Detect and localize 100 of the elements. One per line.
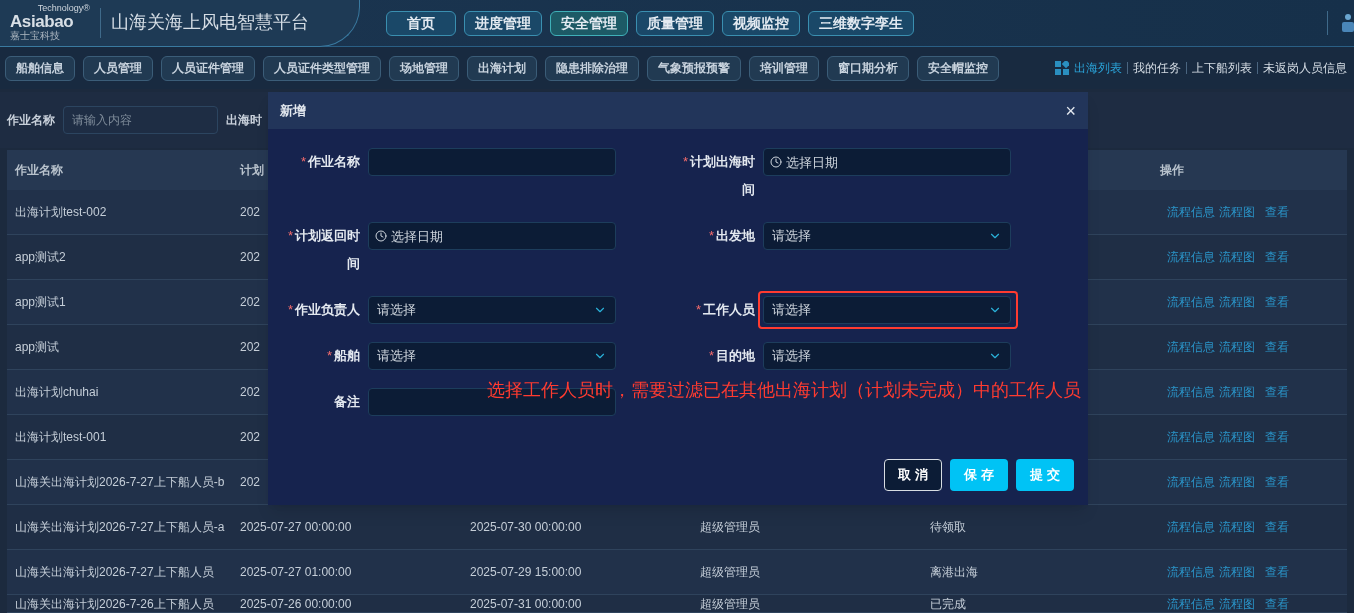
field-label: *工作人员 — [694, 301, 755, 319]
date-field[interactable]: 选择日期 — [368, 222, 616, 250]
action-link[interactable]: 流程图 — [1219, 594, 1255, 613]
date-field[interactable]: 选择日期 — [763, 148, 1011, 176]
subnav-button[interactable]: 窗口期分析 — [827, 55, 909, 81]
action-link[interactable]: 流程图 — [1219, 563, 1255, 581]
filter-label: 作业名称 — [7, 112, 55, 129]
select-field[interactable]: 请选择 — [368, 296, 616, 324]
column-header: 操作 — [1160, 162, 1184, 179]
field-label: *计划返回时间 — [286, 227, 360, 273]
name-search-field[interactable]: 请输入内容 — [63, 106, 218, 134]
action-link[interactable]: 查看 — [1265, 248, 1289, 266]
action-link[interactable]: 流程信息 — [1167, 248, 1215, 266]
nav-tab[interactable]: 首页 — [386, 10, 456, 36]
action-link[interactable]: 流程图 — [1219, 248, 1255, 266]
subnav-button[interactable]: 船舶信息 — [5, 55, 75, 81]
table-cell: 2025-07-30 00:00:00 — [470, 520, 582, 534]
table-cell: 出海计划chuhai — [15, 385, 99, 399]
action-link[interactable]: 查看 — [1265, 518, 1289, 536]
nav-tab[interactable]: 视频监控 — [722, 10, 800, 36]
action-link[interactable]: 流程信息 — [1167, 293, 1215, 311]
subnav-button[interactable]: 气象预报预警 — [647, 55, 741, 81]
subnav-button[interactable]: 人员证件管理 — [161, 55, 255, 81]
nav-tab[interactable]: 安全管理 — [550, 10, 628, 36]
action-link[interactable]: 流程图 — [1219, 293, 1255, 311]
action-link[interactable]: 流程信息 — [1167, 473, 1215, 491]
action-link[interactable]: 流程图 — [1219, 428, 1255, 446]
table-cell: 超级管理员 — [700, 565, 760, 579]
table-cell: 出海计划test-002 — [15, 205, 107, 219]
column-header: 计划 — [240, 163, 264, 177]
table-cell: 2025-07-31 00:00:00 — [470, 596, 582, 611]
table-cell: 超级管理员 — [700, 520, 760, 534]
subnav-button[interactable]: 安全帽监控 — [917, 55, 999, 81]
action-link[interactable]: 流程图 — [1219, 203, 1255, 221]
table-cell: 超级管理员 — [700, 596, 760, 611]
action-link[interactable]: 流程信息 — [1167, 428, 1215, 446]
action-link[interactable]: 查看 — [1265, 383, 1289, 401]
nav-tab[interactable]: 质量管理 — [636, 10, 714, 36]
action-link[interactable]: 流程图 — [1219, 338, 1255, 356]
table-cell: 山海关出海计划2026-7-27上下船人员 — [15, 565, 214, 579]
action-link[interactable]: 流程信息 — [1167, 383, 1215, 401]
field-label: *目的地 — [707, 347, 755, 365]
action-link[interactable]: 流程图 — [1219, 383, 1255, 401]
logo-tagline: Technology® — [37, 4, 90, 13]
table-cell: 已完成 — [930, 596, 966, 611]
table-cell: app测试 — [15, 340, 60, 354]
table-cell: 2025-07-27 00:00:00 — [240, 520, 352, 534]
action-link[interactable]: 查看 — [1265, 428, 1289, 446]
action-link[interactable]: 流程图 — [1219, 473, 1255, 491]
select-field[interactable]: 请选择 — [368, 342, 616, 370]
action-link[interactable]: 查看 — [1265, 563, 1289, 581]
select-field[interactable]: 请选择 — [763, 222, 1011, 250]
action-link[interactable]: 流程信息 — [1167, 203, 1215, 221]
field-label: *作业负责人 — [286, 301, 360, 319]
platform-title: 山海关海上风电智慧平台 — [111, 11, 309, 34]
action-link[interactable]: 查看 — [1265, 203, 1289, 221]
action-link[interactable]: 查看 — [1265, 594, 1289, 613]
subnav-button[interactable]: 隐患排除治理 — [545, 55, 639, 81]
column-header: 作业名称 — [14, 162, 64, 179]
action-link[interactable]: 流程信息 — [1167, 594, 1215, 613]
table-cell: 出海计划test-001 — [15, 430, 107, 444]
action-link[interactable]: 查看 — [1265, 293, 1289, 311]
table-cell: 202 — [240, 430, 261, 444]
subnav-button[interactable]: 培训管理 — [749, 55, 819, 81]
header-link[interactable]: 上下船列表 — [1192, 59, 1252, 77]
header-link[interactable]: 出海列表 — [1074, 59, 1122, 77]
table-cell: 2025-07-29 15:00:00 — [470, 565, 582, 579]
dialog-button[interactable]: 取 消 — [884, 459, 942, 491]
action-link[interactable]: 流程信息 — [1167, 563, 1215, 581]
action-link[interactable]: 流程图 — [1219, 518, 1255, 536]
action-link[interactable]: 查看 — [1265, 338, 1289, 356]
subnav-button[interactable]: 出海计划 — [467, 55, 537, 81]
table-cell: app测试2 — [15, 250, 66, 264]
table-cell: 山海关出海计划2026-7-26上下船人员 — [15, 596, 214, 611]
table-cell: 2025-07-27 01:00:00 — [240, 565, 352, 579]
dialog-title: 新增 — [280, 101, 306, 120]
clock-icon — [375, 230, 387, 242]
action-link[interactable]: 查看 — [1265, 473, 1289, 491]
field-label: *船舶 — [325, 347, 360, 365]
table-cell: 202 — [240, 295, 261, 309]
select-field[interactable]: 请选择 — [763, 342, 1011, 370]
header-link[interactable]: 未返岗人员信息 — [1263, 59, 1347, 77]
table-cell: 山海关出海计划2026-7-27上下船人员-a — [15, 520, 225, 534]
action-link[interactable]: 流程信息 — [1167, 518, 1215, 536]
nav-tab[interactable]: 进度管理 — [464, 10, 542, 36]
table-cell: 202 — [240, 340, 261, 354]
logo-subtitle: 嘉士宝科技 — [10, 31, 60, 41]
select-field[interactable]: 请选择 — [763, 296, 1011, 324]
close-button[interactable]: × — [1065, 101, 1076, 120]
grid-icon — [1055, 61, 1069, 75]
subnav-button[interactable]: 人员证件类型管理 — [263, 55, 381, 81]
table-cell: 202 — [240, 385, 261, 399]
action-link[interactable]: 流程信息 — [1167, 338, 1215, 356]
subnav-button[interactable]: 人员管理 — [83, 55, 153, 81]
table-cell: 202 — [240, 205, 261, 219]
text-input[interactable] — [368, 148, 616, 176]
table-cell: 202 — [240, 250, 261, 264]
nav-tab[interactable]: 三维数字孪生 — [808, 10, 914, 36]
subnav-button[interactable]: 场地管理 — [389, 55, 459, 81]
header-link[interactable]: 我的任务 — [1133, 59, 1181, 77]
